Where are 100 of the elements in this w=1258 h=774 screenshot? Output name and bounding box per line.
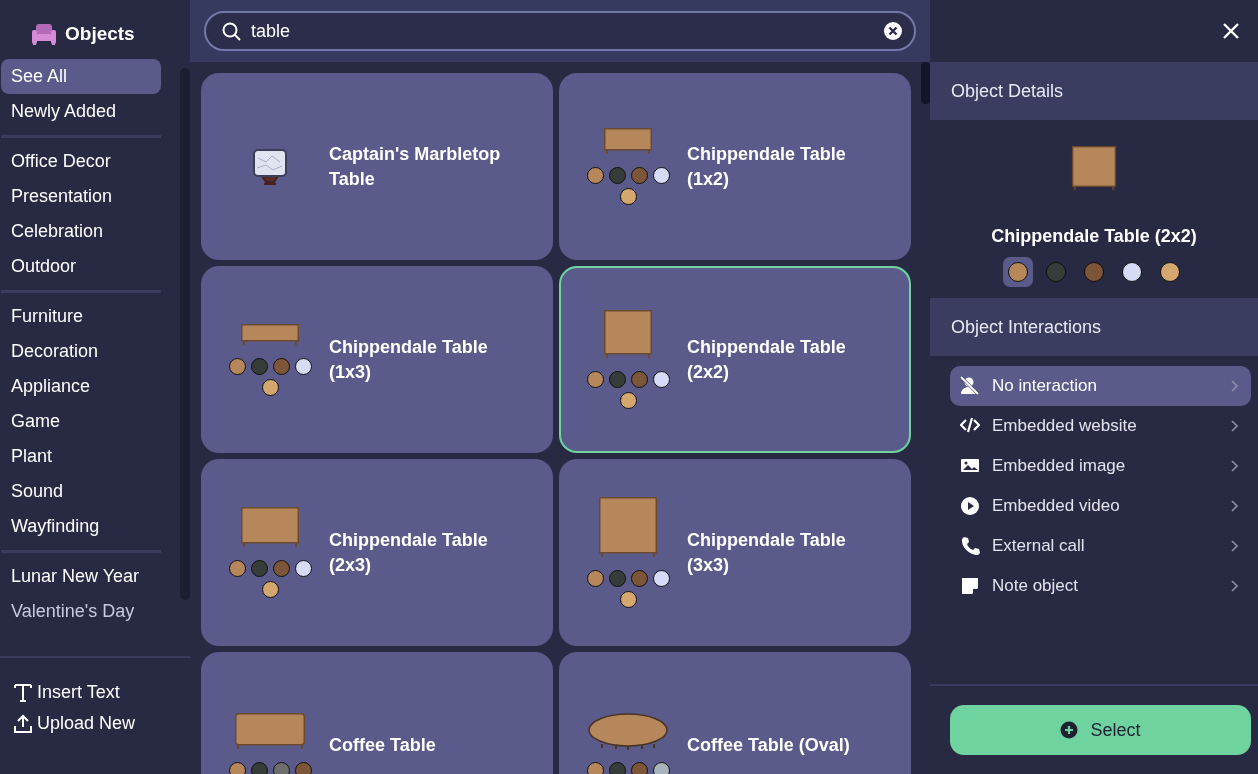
color-swatch[interactable] bbox=[294, 761, 312, 774]
object-card[interactable]: Coffee Table bbox=[201, 652, 553, 774]
search-field[interactable]: table bbox=[204, 11, 916, 51]
color-swatch[interactable] bbox=[586, 570, 604, 587]
object-card[interactable]: Coffee Table (Oval) bbox=[559, 652, 911, 774]
interaction-item[interactable]: Embedded video bbox=[950, 486, 1251, 526]
interaction-item[interactable]: Embedded image bbox=[950, 446, 1251, 486]
select-button[interactable]: Select bbox=[950, 705, 1251, 755]
color-swatch[interactable] bbox=[608, 371, 626, 388]
upload-icon bbox=[14, 713, 32, 734]
category-item[interactable]: Decoration bbox=[1, 334, 161, 369]
chevron-icon bbox=[1230, 419, 1239, 433]
color-swatch[interactable] bbox=[294, 560, 312, 577]
object-name: Chippendale Table (2x3) bbox=[329, 528, 489, 577]
color-swatch[interactable] bbox=[250, 357, 268, 375]
interaction-item[interactable]: Note object bbox=[950, 566, 1251, 606]
section-header: Object Details bbox=[930, 62, 1258, 120]
category-item[interactable]: Outdoor bbox=[1, 249, 161, 284]
color-swatch[interactable] bbox=[261, 378, 279, 396]
table-icon bbox=[599, 497, 657, 558]
object-name: Chippendale Table (1x2) bbox=[687, 142, 847, 191]
color-swatch[interactable] bbox=[608, 570, 626, 587]
interaction-item[interactable]: External call bbox=[950, 526, 1251, 566]
color-swatch[interactable] bbox=[272, 560, 290, 577]
color-swatch[interactable] bbox=[228, 560, 246, 577]
category-item[interactable]: Sound bbox=[1, 474, 161, 509]
color-swatch[interactable] bbox=[630, 570, 648, 587]
chevron-icon bbox=[1230, 459, 1239, 473]
chevron-icon bbox=[1230, 379, 1239, 393]
color-swatch[interactable] bbox=[1160, 262, 1180, 282]
color-swatch[interactable] bbox=[228, 357, 246, 375]
text-icon bbox=[14, 682, 32, 703]
color-swatch[interactable] bbox=[608, 762, 626, 774]
object-card[interactable]: Chippendale Table (2x3) bbox=[201, 459, 553, 646]
category-item[interactable]: Presentation bbox=[1, 179, 161, 214]
category-item[interactable]: Office Decor bbox=[1, 144, 161, 179]
color-swatch[interactable] bbox=[608, 167, 626, 184]
marble-table-icon bbox=[252, 147, 288, 186]
phone-icon bbox=[960, 536, 980, 556]
chevron-icon bbox=[1230, 499, 1239, 513]
category-item[interactable]: Game bbox=[1, 404, 161, 439]
close-icon[interactable] bbox=[1222, 22, 1240, 40]
person-off-icon bbox=[960, 376, 980, 396]
category-item[interactable]: Appliance bbox=[1, 369, 161, 404]
color-swatch[interactable] bbox=[250, 761, 268, 774]
category-item[interactable]: Celebration bbox=[1, 214, 161, 249]
category-item[interactable]: Plant bbox=[1, 439, 161, 474]
object-name: Chippendale Table (1x3) bbox=[329, 335, 489, 384]
color-swatch[interactable] bbox=[250, 560, 268, 577]
color-swatch[interactable] bbox=[1084, 262, 1104, 282]
category-item[interactable]: Wayfinding bbox=[1, 509, 161, 544]
color-swatch[interactable] bbox=[261, 581, 279, 598]
object-name: Chippendale Table (2x2) bbox=[687, 335, 847, 384]
oval-table-icon bbox=[588, 712, 668, 750]
search-icon bbox=[222, 21, 241, 41]
color-swatch[interactable] bbox=[586, 371, 604, 388]
color-swatch[interactable] bbox=[619, 392, 637, 409]
action-link[interactable]: Insert Text bbox=[14, 682, 120, 703]
color-swatch[interactable] bbox=[1122, 262, 1142, 282]
color-swatch[interactable] bbox=[1046, 262, 1066, 282]
interaction-item[interactable]: Embedded website bbox=[950, 406, 1251, 446]
category-item[interactable]: Furniture bbox=[1, 299, 161, 334]
color-swatch[interactable] bbox=[652, 371, 670, 388]
action-link[interactable]: Upload New bbox=[14, 713, 136, 734]
object-name: Coffee Table (Oval) bbox=[687, 734, 851, 757]
object-card[interactable]: Chippendale Table (1x2) bbox=[559, 73, 911, 260]
table-icon bbox=[604, 128, 652, 155]
object-card[interactable]: Chippendale Table (1x3) bbox=[201, 266, 553, 453]
panel-title: Objects bbox=[65, 23, 135, 45]
color-swatch[interactable] bbox=[619, 188, 637, 205]
color-swatch[interactable] bbox=[630, 371, 648, 388]
color-swatch[interactable] bbox=[619, 591, 637, 608]
color-swatch[interactable] bbox=[294, 357, 312, 375]
scrollbar[interactable] bbox=[921, 62, 930, 104]
sofa-icon bbox=[32, 23, 56, 45]
object-card[interactable]: Captain's Marbletop Table bbox=[201, 73, 553, 260]
interaction-item[interactable]: No interaction bbox=[950, 366, 1251, 406]
clear-icon[interactable] bbox=[884, 22, 902, 40]
category-item[interactable]: Lunar New Year bbox=[1, 559, 161, 594]
category-item[interactable]: Newly Added bbox=[1, 94, 161, 129]
category-item[interactable]: Valentine's Day bbox=[1, 594, 161, 629]
object-card[interactable]: Chippendale Table (2x2) bbox=[559, 266, 911, 453]
color-swatch[interactable] bbox=[586, 167, 604, 184]
object-name: Captain's Marbletop Table bbox=[329, 142, 502, 191]
object-card[interactable]: Chippendale Table (3x3) bbox=[559, 459, 911, 646]
color-swatch[interactable] bbox=[272, 357, 290, 375]
table-icon bbox=[241, 323, 299, 346]
color-swatch[interactable] bbox=[272, 761, 290, 774]
color-swatch[interactable] bbox=[586, 762, 604, 774]
object-name: Chippendale Table (2x2) bbox=[991, 226, 1197, 247]
plus-icon bbox=[1060, 721, 1079, 739]
color-swatch[interactable] bbox=[652, 570, 670, 587]
chevron-icon bbox=[1230, 539, 1239, 553]
color-swatch[interactable] bbox=[630, 762, 648, 774]
color-swatch[interactable] bbox=[652, 762, 670, 774]
color-swatch[interactable] bbox=[652, 167, 670, 184]
color-swatch[interactable] bbox=[630, 167, 648, 184]
color-swatch[interactable] bbox=[228, 761, 246, 774]
category-item[interactable]: See All bbox=[1, 59, 161, 94]
table-icon bbox=[604, 310, 652, 359]
